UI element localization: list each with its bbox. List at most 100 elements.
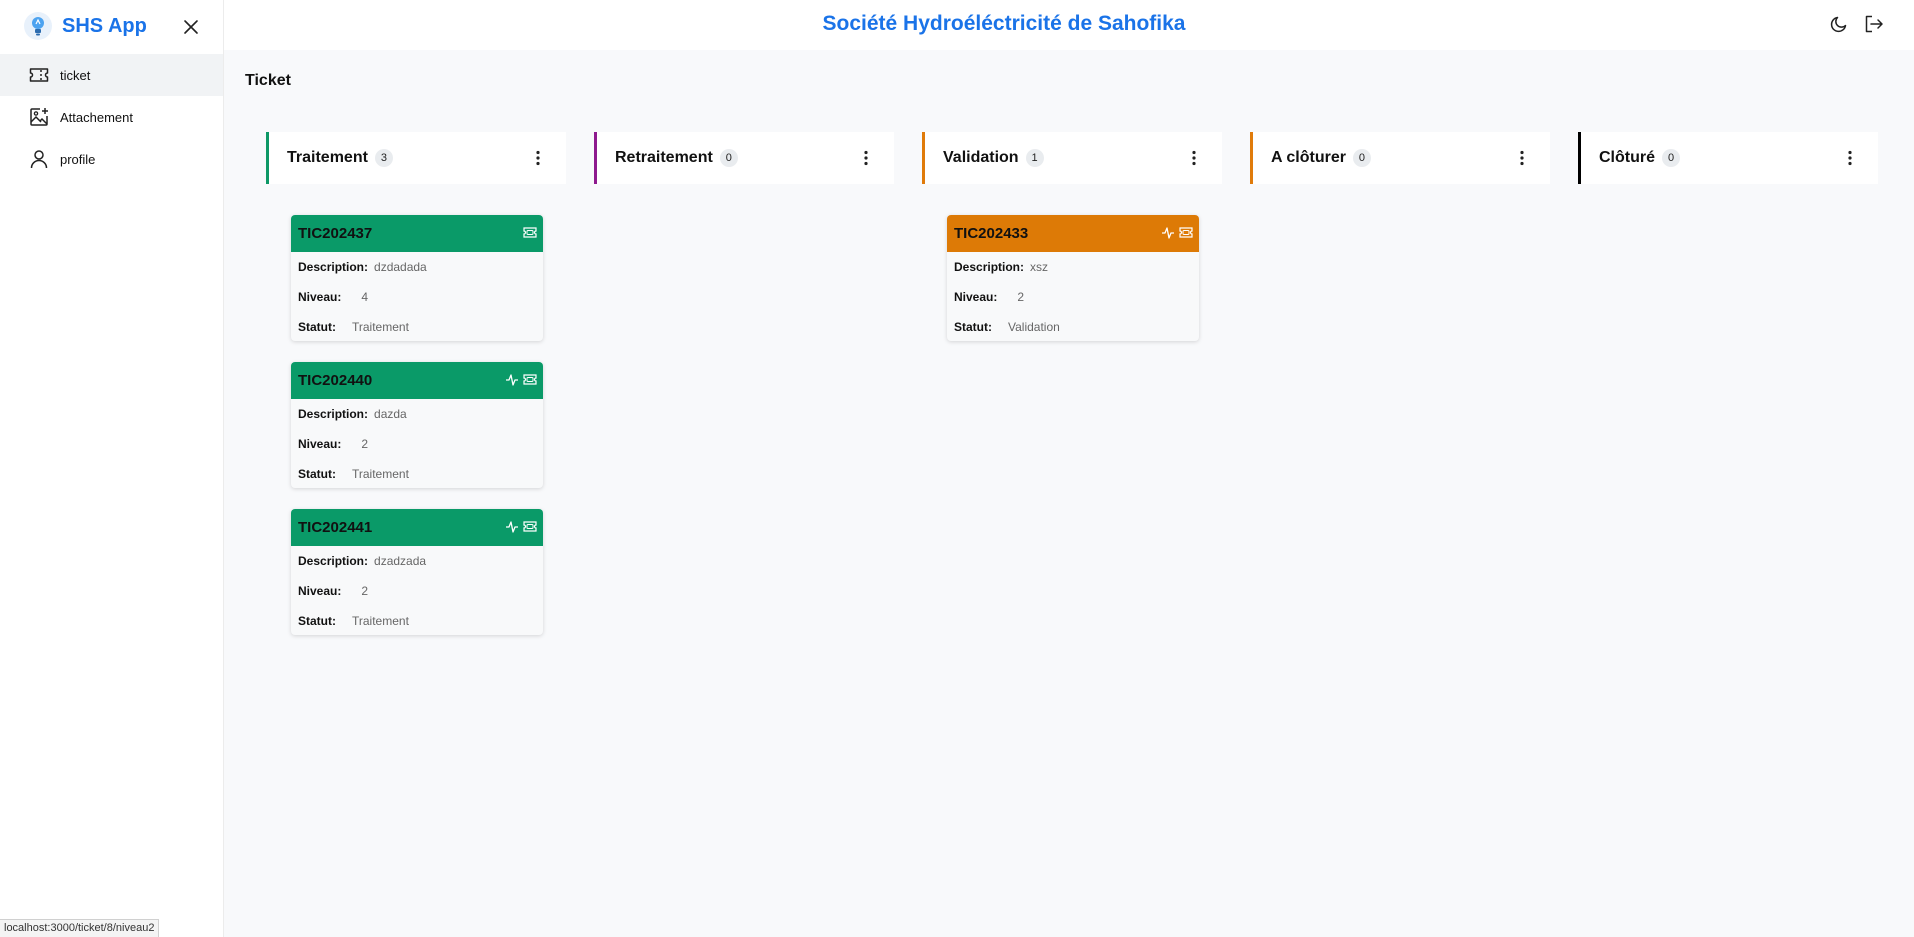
status-bar-url: localhost:3000/ticket/8/niveau2 (0, 919, 160, 937)
column-menu-button[interactable] (528, 148, 548, 168)
ticket-card[interactable]: TIC202437 Description: dzdadada Niveau: 4 … (291, 215, 543, 341)
niveau-label: Niveau: (298, 290, 342, 304)
ticket-statut-row: Statut: Traitement (291, 312, 543, 341)
ticket-statut-row: Statut: Traitement (291, 459, 543, 488)
close-icon (184, 20, 198, 34)
ticket-card[interactable]: TIC202433 Description: xsz Niveau: 2 Statu… (947, 215, 1199, 341)
column-count-badge: 3 (374, 149, 393, 167)
company-title: Société Hydroéléctricité de Sahofika (822, 12, 1186, 35)
activity-icon[interactable] (1160, 225, 1175, 240)
ticket-description-row: Description: xsz (947, 252, 1199, 282)
close-sidebar-button[interactable] (181, 17, 201, 37)
theme-toggle-button[interactable] (1827, 12, 1851, 36)
sidebar-item-label: Attachement (60, 109, 133, 125)
niveau-value: 2 (1017, 290, 1025, 304)
more-vertical-icon (1520, 150, 1524, 166)
ticket-card[interactable]: TIC202441 Description: dzadzada Niveau: 2 … (291, 509, 543, 635)
statut-label: Statut: (298, 320, 336, 334)
statut-value: Traitement (352, 320, 409, 334)
sidebar-item-label: profile (60, 151, 96, 167)
statut-value: Traitement (352, 467, 409, 481)
description-value: dzadzada (374, 554, 427, 568)
sidebar: SHS App ticket Attachement profile local… (0, 0, 224, 937)
ticket-icon (28, 64, 50, 86)
column-header-traitement: Traitement 3 (266, 132, 566, 184)
logout-icon (1865, 15, 1883, 33)
top-header: Société Hydroéléctricité de Sahofika (224, 0, 1914, 50)
page-title: Ticket (245, 72, 291, 89)
more-vertical-icon (1192, 150, 1196, 166)
activity-icon[interactable] (504, 519, 519, 534)
more-vertical-icon (864, 150, 868, 166)
column-menu-button[interactable] (1184, 148, 1204, 168)
niveau-label: Niveau: (298, 437, 342, 451)
ticket-card-header: TIC202440 (291, 362, 543, 399)
column-menu-button[interactable] (856, 148, 876, 168)
ticket-description-row: Description: dzdadada (291, 252, 543, 282)
column-menu-button[interactable] (1840, 148, 1860, 168)
column-count-badge: 1 (1025, 149, 1044, 167)
ticket-id: TIC202440 (298, 372, 373, 389)
statut-label: Statut: (298, 467, 336, 481)
niveau-value: 2 (361, 437, 369, 451)
column-count-badge: 0 (1352, 149, 1371, 167)
sidebar-item-profile[interactable]: profile (0, 138, 223, 180)
column-title: A clôturer (1271, 149, 1346, 166)
app-name: SHS App (62, 14, 147, 37)
column-menu-button[interactable] (1512, 148, 1532, 168)
logout-button[interactable] (1862, 12, 1886, 36)
ticket-niveau-row: Niveau: 2 (947, 282, 1199, 312)
more-vertical-icon (1848, 150, 1852, 166)
sidebar-item-attachement[interactable]: Attachement (0, 96, 223, 138)
column-header-cloture: Clôturé 0 (1578, 132, 1878, 184)
ticket-card-header: TIC202441 (291, 509, 543, 546)
ticket-niveau-row: Niveau: 2 (291, 429, 543, 459)
column-count-badge: 0 (719, 149, 738, 167)
ticket-niveau-row: Niveau: 4 (291, 282, 543, 312)
user-icon (28, 148, 50, 170)
description-value: dzdadada (374, 260, 427, 274)
description-label: Description: (298, 407, 369, 421)
ticket-statut-row: Statut: Validation (947, 312, 1199, 341)
activity-icon[interactable] (504, 372, 519, 387)
column-title: Clôturé (1599, 149, 1655, 166)
description-label: Description: (954, 260, 1025, 274)
column-header-retraitement: Retraitement 0 (594, 132, 894, 184)
ticket-icon[interactable] (522, 372, 537, 387)
sidebar-nav: ticket Attachement profile (0, 54, 223, 180)
niveau-label: Niveau: (298, 584, 342, 598)
more-vertical-icon (536, 150, 540, 166)
column-header-validation: Validation 1 (922, 132, 1222, 184)
column-title: Validation (943, 149, 1019, 166)
column-count-badge: 0 (1662, 149, 1680, 167)
ticket-card[interactable]: TIC202440 Description: dazda Niveau: 2 Sta… (291, 362, 543, 488)
ticket-id: TIC202441 (298, 519, 373, 536)
ticket-id: TIC202433 (954, 225, 1029, 242)
ticket-statut-row: Statut: Traitement (291, 606, 543, 635)
niveau-value: 2 (361, 584, 369, 598)
description-label: Description: (298, 260, 369, 274)
statut-value: Validation (1008, 320, 1060, 334)
description-label: Description: (298, 554, 369, 568)
ticket-icon[interactable] (522, 519, 537, 534)
niveau-value: 4 (361, 290, 369, 304)
column-title: Retraitement (615, 149, 713, 166)
ticket-card-header: TIC202437 (291, 215, 543, 252)
column-header-a-cloturer: A clôturer 0 (1250, 132, 1550, 184)
statut-value: Traitement (352, 614, 409, 628)
ticket-description-row: Description: dzadzada (291, 546, 543, 576)
sidebar-item-ticket[interactable]: ticket (0, 54, 223, 96)
ticket-id: TIC202437 (298, 225, 373, 242)
ticket-niveau-row: Niveau: 2 (291, 576, 543, 606)
ticket-icon[interactable] (1178, 225, 1193, 240)
niveau-label: Niveau: (954, 290, 998, 304)
statut-label: Statut: (298, 614, 336, 628)
brand: SHS App (0, 0, 223, 52)
moon-icon (1830, 16, 1847, 33)
sidebar-item-label: ticket (60, 67, 91, 83)
lightbulb-logo-icon (24, 12, 52, 40)
ticket-card-header: TIC202433 (947, 215, 1199, 252)
description-value: dazda (374, 407, 407, 421)
column-title: Traitement (287, 149, 368, 166)
ticket-icon[interactable] (522, 225, 537, 240)
